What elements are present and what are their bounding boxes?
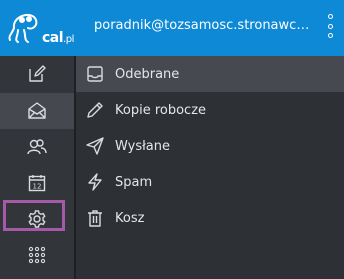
folder-label: Odebrane [115,66,180,82]
more-menu-icon[interactable] [324,14,336,38]
apps-button[interactable] [0,237,74,273]
svg-text:12: 12 [33,183,42,191]
contacts-button[interactable] [0,129,74,165]
contacts-icon [27,139,47,155]
inbox-icon [87,66,103,82]
folder-drafts[interactable]: Kopie robocze [76,92,344,128]
cal-logo[interactable]: cal.pl [6,6,76,50]
calendar-icon: 12 [28,175,46,192]
app-header: cal.pl poradnik@tozsamosc.stronawca... [0,0,344,56]
mail-icon [28,102,46,119]
compose-button[interactable] [0,56,74,92]
pencil-icon [87,102,103,118]
mail-button[interactable] [0,93,74,129]
lightning-icon [88,173,102,191]
folder-trash[interactable]: Kosz [76,200,344,236]
settings-highlight [3,200,65,231]
compose-icon [29,65,46,82]
calendar-button[interactable]: 12 [0,165,74,201]
trash-icon [88,210,102,227]
folder-inbox[interactable]: Odebrane [76,56,344,92]
logo-wordmark: cal.pl [42,30,74,46]
folder-label: Spam [115,174,153,190]
folder-label: Wysłane [115,138,170,154]
folder-sent[interactable]: Wysłane [76,128,344,164]
sidebar: 12 [0,56,74,279]
account-email[interactable]: poradnik@tozsamosc.stronawca... [94,18,316,33]
apps-grid-icon [28,246,46,264]
folder-label: Kosz [115,210,145,226]
paper-plane-icon [86,137,104,155]
folder-label: Kopie robocze [115,102,207,118]
folder-list: Odebrane Kopie robocze Wysłane Spam Kosz [76,56,344,279]
folder-spam[interactable]: Spam [76,164,344,200]
